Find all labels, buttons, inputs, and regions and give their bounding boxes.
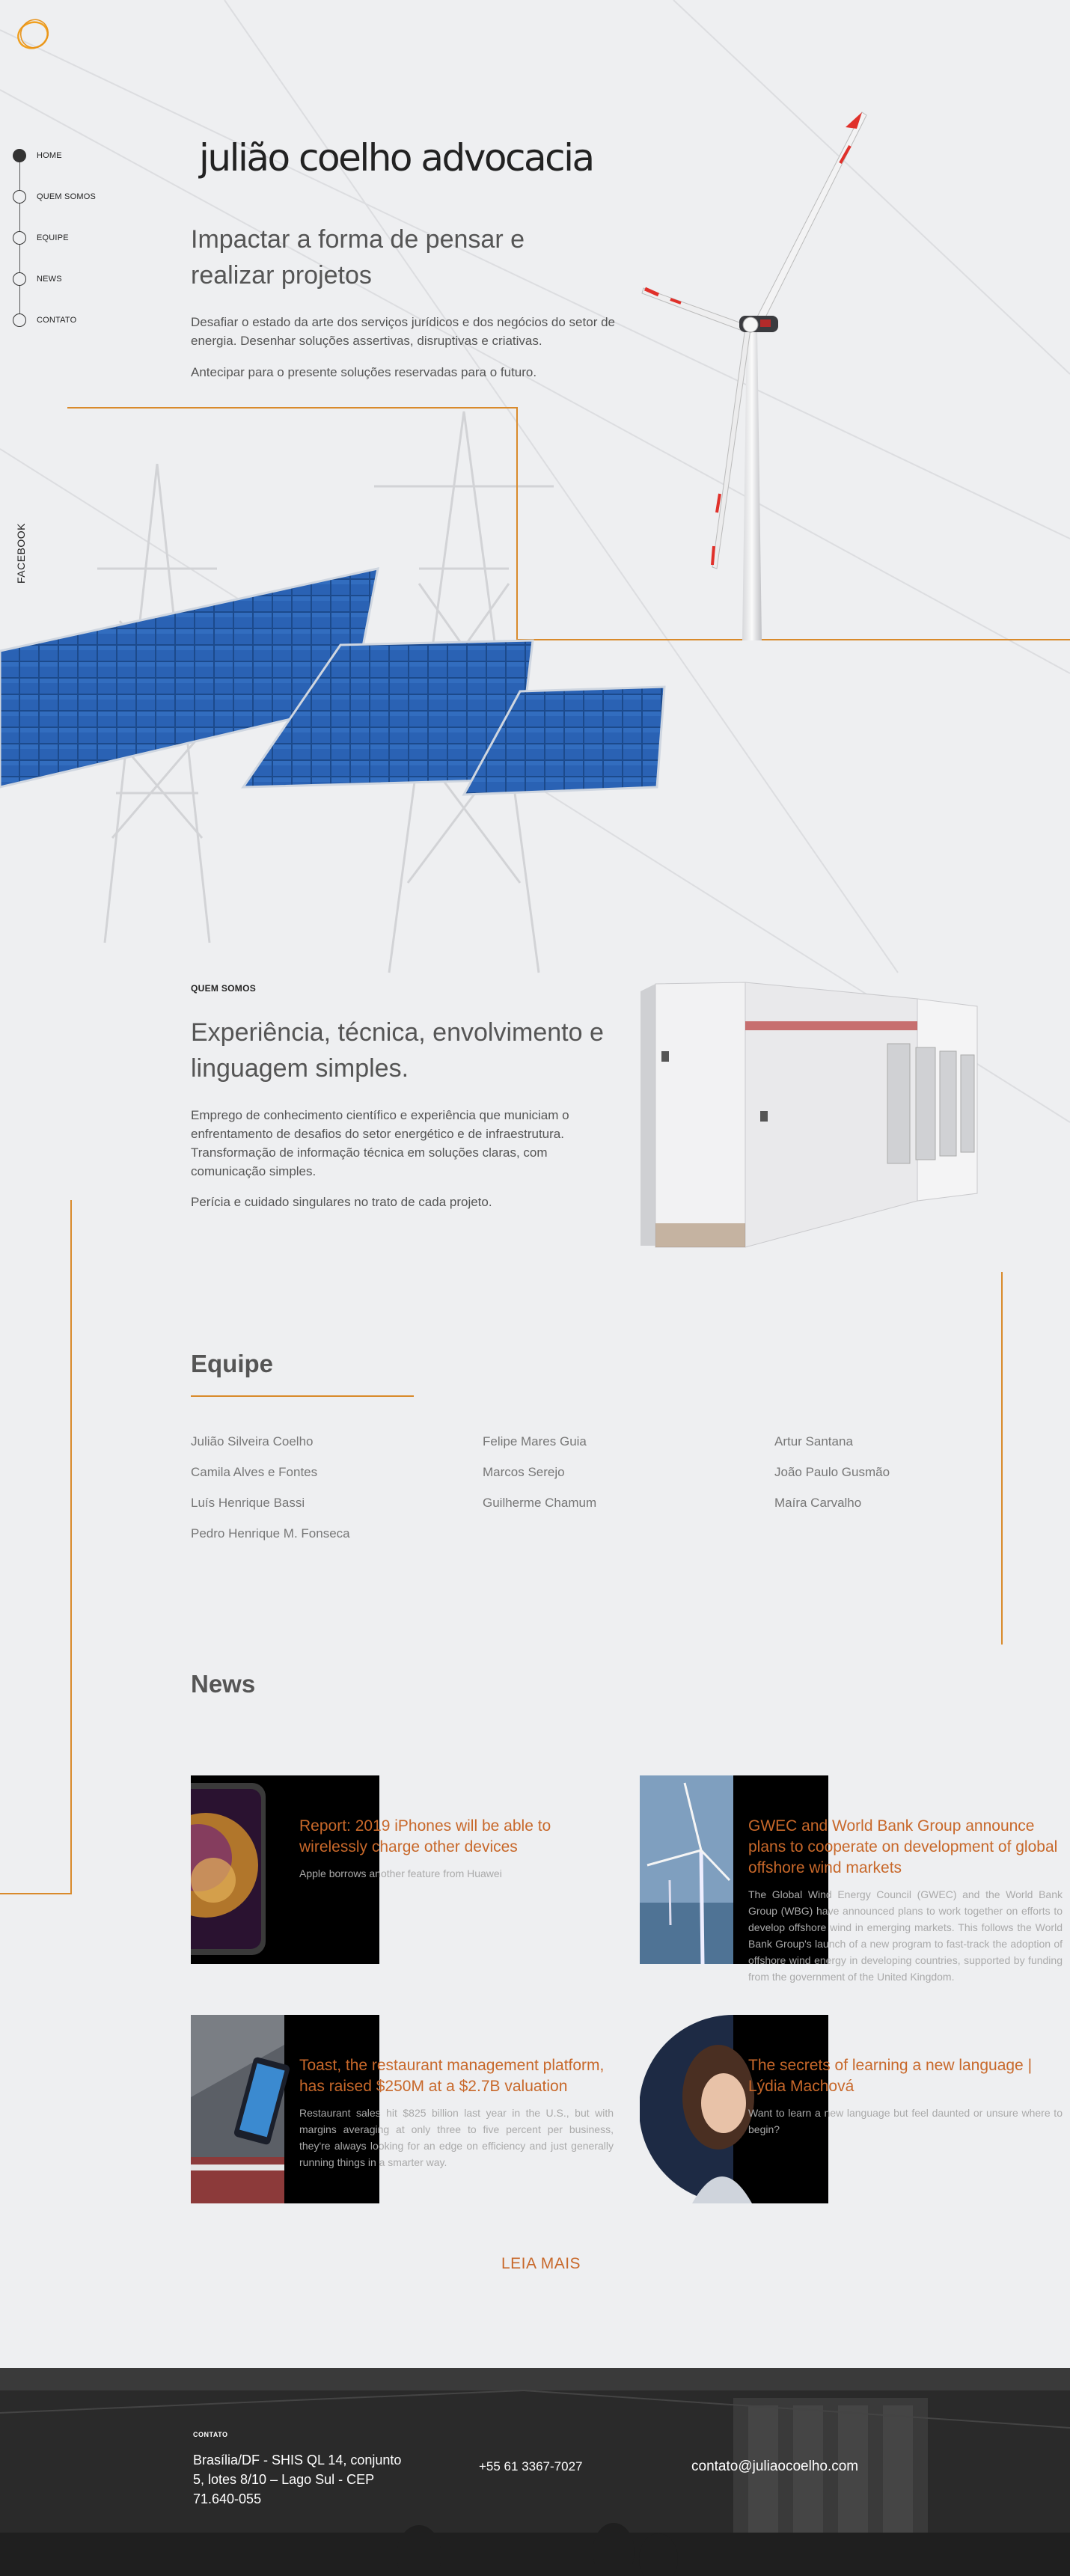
footer-address: Brasília/DF - SHIS QL 14, conjunto 5, lo… — [193, 2453, 402, 2506]
news-description: Apple borrows another feature from Huawe… — [299, 1867, 502, 1879]
about-paragraph: Perícia e cuidado singulares no trato de… — [191, 1195, 492, 1209]
team-member: Maíra Carvalho — [774, 1496, 862, 1510]
about-paragraph: Emprego de conhecimento científico e exp… — [191, 1108, 569, 1178]
decor-line — [70, 1200, 72, 1894]
footer: CONTATO Brasília/DF - SHIS QL 14, conjun… — [0, 2368, 1070, 2576]
nav-item-contato[interactable]: CONTATO — [10, 311, 76, 329]
news-description: Want to learn a new language but feel da… — [748, 2107, 1063, 2135]
decor-line — [1001, 1272, 1003, 1645]
about-title: Experiência, técnica, envolvimento e lin… — [191, 1018, 604, 1083]
nav-dot — [13, 272, 26, 286]
team-column: Julião Silveira Coelho Camila Alves e Fo… — [191, 1433, 350, 1555]
team-title-underline — [191, 1395, 414, 1397]
footer-phone-link[interactable]: +55 61 3367-7027 — [479, 2459, 583, 2474]
news-card[interactable]: Report: 2019 iPhones will be able to wir… — [191, 1775, 610, 1964]
team-member: Pedro Henrique M. Fonseca — [191, 1526, 350, 1541]
news-body: Report: 2019 iPhones will be able to wir… — [299, 1816, 614, 1882]
team-member: Marcos Serejo — [483, 1465, 565, 1479]
nav-dot — [13, 231, 26, 245]
news-card[interactable]: The secrets of learning a new language |… — [640, 2015, 1063, 2203]
hero-paragraph: Antecipar para o presente soluções reser… — [191, 365, 537, 379]
decor-line — [67, 407, 518, 409]
nav-dot — [13, 190, 26, 204]
news-description: Restaurant sales hit $825 billion last y… — [299, 2107, 614, 2168]
nav-label: HOME — [37, 151, 62, 160]
nav-label: CONTATO — [37, 316, 77, 325]
footer-tag: CONTATO — [193, 2431, 228, 2438]
nav-label: QUEM SOMOS — [37, 192, 97, 201]
section-tag: QUEM SOMOS — [191, 983, 257, 994]
news-headline[interactable]: Report: 2019 iPhones will be able to wir… — [299, 1816, 614, 1858]
team-member: Luís Henrique Bassi — [191, 1496, 305, 1510]
news-headline[interactable]: Toast, the restaurant management platfor… — [299, 2055, 614, 2097]
team-member: Felipe Mares Guia — [483, 1434, 587, 1448]
solar-panels-image — [0, 567, 666, 796]
decor-line — [0, 1893, 72, 1894]
hero-title: Impactar a forma de pensar e realizar pr… — [191, 225, 525, 290]
nav-label: EQUIPE — [37, 233, 69, 242]
team-member: Camila Alves e Fontes — [191, 1465, 318, 1479]
nav-item-home[interactable]: HOME — [10, 147, 62, 165]
team-column: Felipe Mares Guia Marcos Serejo Guilherm… — [483, 1433, 596, 1525]
nav-dot — [13, 313, 26, 327]
team-member: Artur Santana — [774, 1434, 853, 1448]
news-headline[interactable]: The secrets of learning a new language |… — [748, 2055, 1063, 2097]
nav-dot-active — [13, 149, 26, 162]
nav-item-equipe[interactable]: EQUIPE — [10, 229, 69, 247]
nav-item-quem-somos[interactable]: QUEM SOMOS — [10, 188, 96, 206]
footer-email-link[interactable]: contato@juliaocoelho.com — [691, 2459, 858, 2475]
hero-paragraph: Desafiar o estado da arte dos serviços j… — [191, 315, 615, 348]
news-body: Toast, the restaurant management platfor… — [299, 2055, 614, 2170]
nav-item-news[interactable]: NEWS — [10, 270, 62, 288]
nav-label: NEWS — [37, 275, 62, 284]
brand-wordmark: julião coelho advocacia — [199, 136, 595, 180]
news-description: The Global Wind Energy Council (GWEC) an… — [748, 1888, 1063, 1983]
team-title: Equipe — [191, 1350, 274, 1377]
team-member: João Paulo Gusmão — [774, 1465, 890, 1479]
power-cabinet-image — [641, 982, 978, 1248]
news-card[interactable]: GWEC and World Bank Group announce plans… — [640, 1775, 1063, 1983]
team-member: Julião Silveira Coelho — [191, 1434, 314, 1448]
news-headline[interactable]: GWEC and World Bank Group announce plans… — [748, 1816, 1063, 1879]
news-body: The secrets of learning a new language |… — [748, 2055, 1063, 2138]
news-card[interactable]: Toast, the restaurant management platfor… — [191, 2015, 614, 2203]
news-body: GWEC and World Bank Group announce plans… — [748, 1816, 1063, 1985]
team-column: Artur Santana João Paulo Gusmão Maíra Ca… — [774, 1433, 890, 1525]
news-title: News — [191, 1670, 256, 1698]
team-member: Guilherme Chamum — [483, 1496, 597, 1510]
logo-icon[interactable] — [15, 15, 54, 54]
read-more-link[interactable]: LEIA MAIS — [501, 2255, 581, 2273]
